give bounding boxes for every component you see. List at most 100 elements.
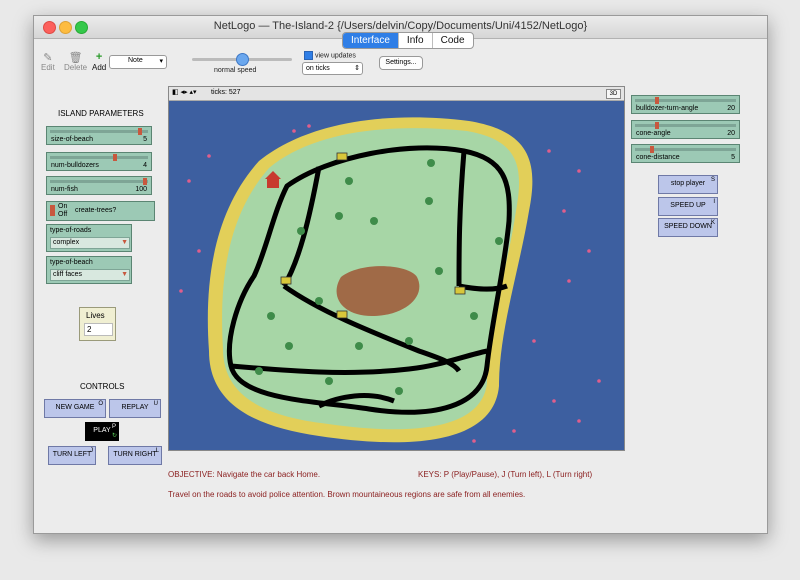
slider-value: 4 <box>143 162 147 169</box>
fish <box>562 209 566 213</box>
speed-up-label: SPEED UP <box>670 202 706 209</box>
tab-code[interactable]: Code <box>433 33 473 48</box>
fish <box>187 179 191 183</box>
slider-bulldozer-turn-angle[interactable]: bulldozer-turn-angle 20 <box>631 95 740 114</box>
lives-monitor: Lives 2 <box>79 307 116 341</box>
netlogo-window: NetLogo — The-Island-2 {/Users/delvin/Co… <box>33 15 768 534</box>
tree <box>405 337 413 345</box>
3d-view-button[interactable]: 3D <box>606 89 621 99</box>
slider-cone-distance[interactable]: cone-distance 5 <box>631 144 740 163</box>
tab-interface[interactable]: Interface <box>343 33 399 48</box>
forever-icon: ↻ <box>111 433 117 439</box>
slider-num-fish[interactable]: num-fish 100 <box>46 176 152 195</box>
slider-label: size-of-beach <box>51 136 94 143</box>
speed-down-label: SPEED DOWN <box>664 223 712 230</box>
tree <box>435 267 443 275</box>
tree <box>267 312 275 320</box>
controls-header: CONTROLS <box>80 382 125 391</box>
tree <box>370 217 378 225</box>
slider-knob[interactable] <box>138 128 142 135</box>
slider-knob[interactable] <box>655 122 659 129</box>
turn-left-key: J <box>90 448 93 454</box>
pencil-icon: ✎ <box>43 52 53 64</box>
speed-slider[interactable] <box>192 53 292 66</box>
widget-type-select[interactable]: Note ▾ <box>109 55 167 69</box>
monitor-value: 2 <box>84 323 113 336</box>
fish <box>307 124 311 128</box>
slider-knob[interactable] <box>650 146 654 153</box>
tree <box>425 197 433 205</box>
fish <box>197 249 201 253</box>
stop-player-label: stop player <box>670 180 706 187</box>
new-game-button[interactable]: NEW GAME O <box>44 399 106 418</box>
slider-track <box>635 124 736 127</box>
keys-note: KEYS: P (Play/Pause), J (Turn left), L (… <box>418 470 593 479</box>
delete-label: Delete <box>64 63 88 72</box>
turn-right-button[interactable]: TURN RIGHT L <box>108 446 162 465</box>
chooser-type-of-roads[interactable]: type-of-roads complex ▼ <box>46 224 132 252</box>
tree <box>355 342 363 350</box>
hint-note: Travel on the roads to avoid police atte… <box>168 490 526 499</box>
turn-right-label: TURN RIGHT <box>113 451 157 458</box>
view-updates-checkbox[interactable]: view updates <box>304 51 356 60</box>
slider-label: bulldozer-turn-angle <box>636 105 699 112</box>
replay-button[interactable]: REPLAY U <box>109 399 161 418</box>
delete-button[interactable]: 🗑 Delete <box>64 51 87 72</box>
speed-label: normal speed <box>214 67 257 74</box>
speed-slider-knob[interactable] <box>236 53 249 66</box>
slider-value: 20 <box>727 130 735 137</box>
chooser-value: cliff faces <box>50 269 130 281</box>
view-control-icons[interactable]: ◧ ◂▸ ▴▾ <box>172 88 197 96</box>
slider-track <box>50 130 148 133</box>
slider-value: 5 <box>731 154 735 161</box>
slider-cone-angle[interactable]: cone-angle 20 <box>631 120 740 139</box>
fish <box>179 289 183 293</box>
new-game-key: O <box>98 401 103 407</box>
tab-info[interactable]: Info <box>399 33 433 48</box>
tree <box>335 212 343 220</box>
tree <box>285 342 293 350</box>
fish <box>512 429 516 433</box>
window-title: NetLogo — The-Island-2 {/Users/delvin/Co… <box>213 20 588 32</box>
chooser-label: type-of-beach <box>50 259 93 266</box>
bulldozer <box>336 152 348 161</box>
island-parameters-header: ISLAND PARAMETERS <box>58 109 144 118</box>
fish <box>207 154 211 158</box>
objective-note: OBJECTIVE: Navigate the car back Home. <box>168 470 321 479</box>
stop-player-button[interactable]: stop player S <box>658 175 718 194</box>
chooser-value: complex <box>50 237 130 249</box>
fish <box>597 379 601 383</box>
update-mode-select[interactable]: on ticks ⇕ <box>302 62 363 75</box>
chooser-type-of-beach[interactable]: type-of-beach cliff faces ▼ <box>46 256 132 284</box>
slider-knob[interactable] <box>113 154 117 161</box>
bulldozer <box>336 310 348 319</box>
world-view[interactable]: ◧ ◂▸ ▴▾ ticks: 527 3D <box>168 86 625 451</box>
widget-type-value: Note <box>128 57 143 64</box>
slider-track <box>50 156 148 159</box>
speed-down-button[interactable]: SPEED DOWN K <box>658 218 718 237</box>
switch-create-trees[interactable]: On Off create-trees? <box>46 201 155 221</box>
add-button[interactable]: + Add <box>92 51 106 72</box>
slider-num-bulldozers[interactable]: num-bulldozers 4 <box>46 152 152 171</box>
switch-knob[interactable] <box>50 205 55 216</box>
replay-label: REPLAY <box>121 404 149 411</box>
speed-up-button[interactable]: SPEED UP I <box>658 197 718 216</box>
monitor-label: Lives <box>86 311 105 320</box>
slider-knob[interactable] <box>143 178 147 185</box>
slider-size-of-beach[interactable]: size-of-beach 5 <box>46 126 152 145</box>
chevron-down-icon: ▼ <box>121 239 128 246</box>
tree <box>297 227 305 235</box>
tree <box>427 159 435 167</box>
turn-left-button[interactable]: TURN LEFT J <box>48 446 96 465</box>
add-label: Add <box>92 63 107 72</box>
checkbox-checked-icon <box>304 51 313 60</box>
settings-button[interactable]: Settings... <box>379 56 423 70</box>
chevron-down-icon: ▾ <box>159 58 163 65</box>
edit-button[interactable]: ✎ Edit <box>41 51 55 72</box>
world-canvas <box>169 101 624 450</box>
play-button[interactable]: PLAY P ↻ <box>85 422 119 441</box>
slider-knob[interactable] <box>655 97 659 104</box>
switch-label: create-trees? <box>75 207 117 214</box>
tree <box>255 367 263 375</box>
fish <box>472 439 476 443</box>
